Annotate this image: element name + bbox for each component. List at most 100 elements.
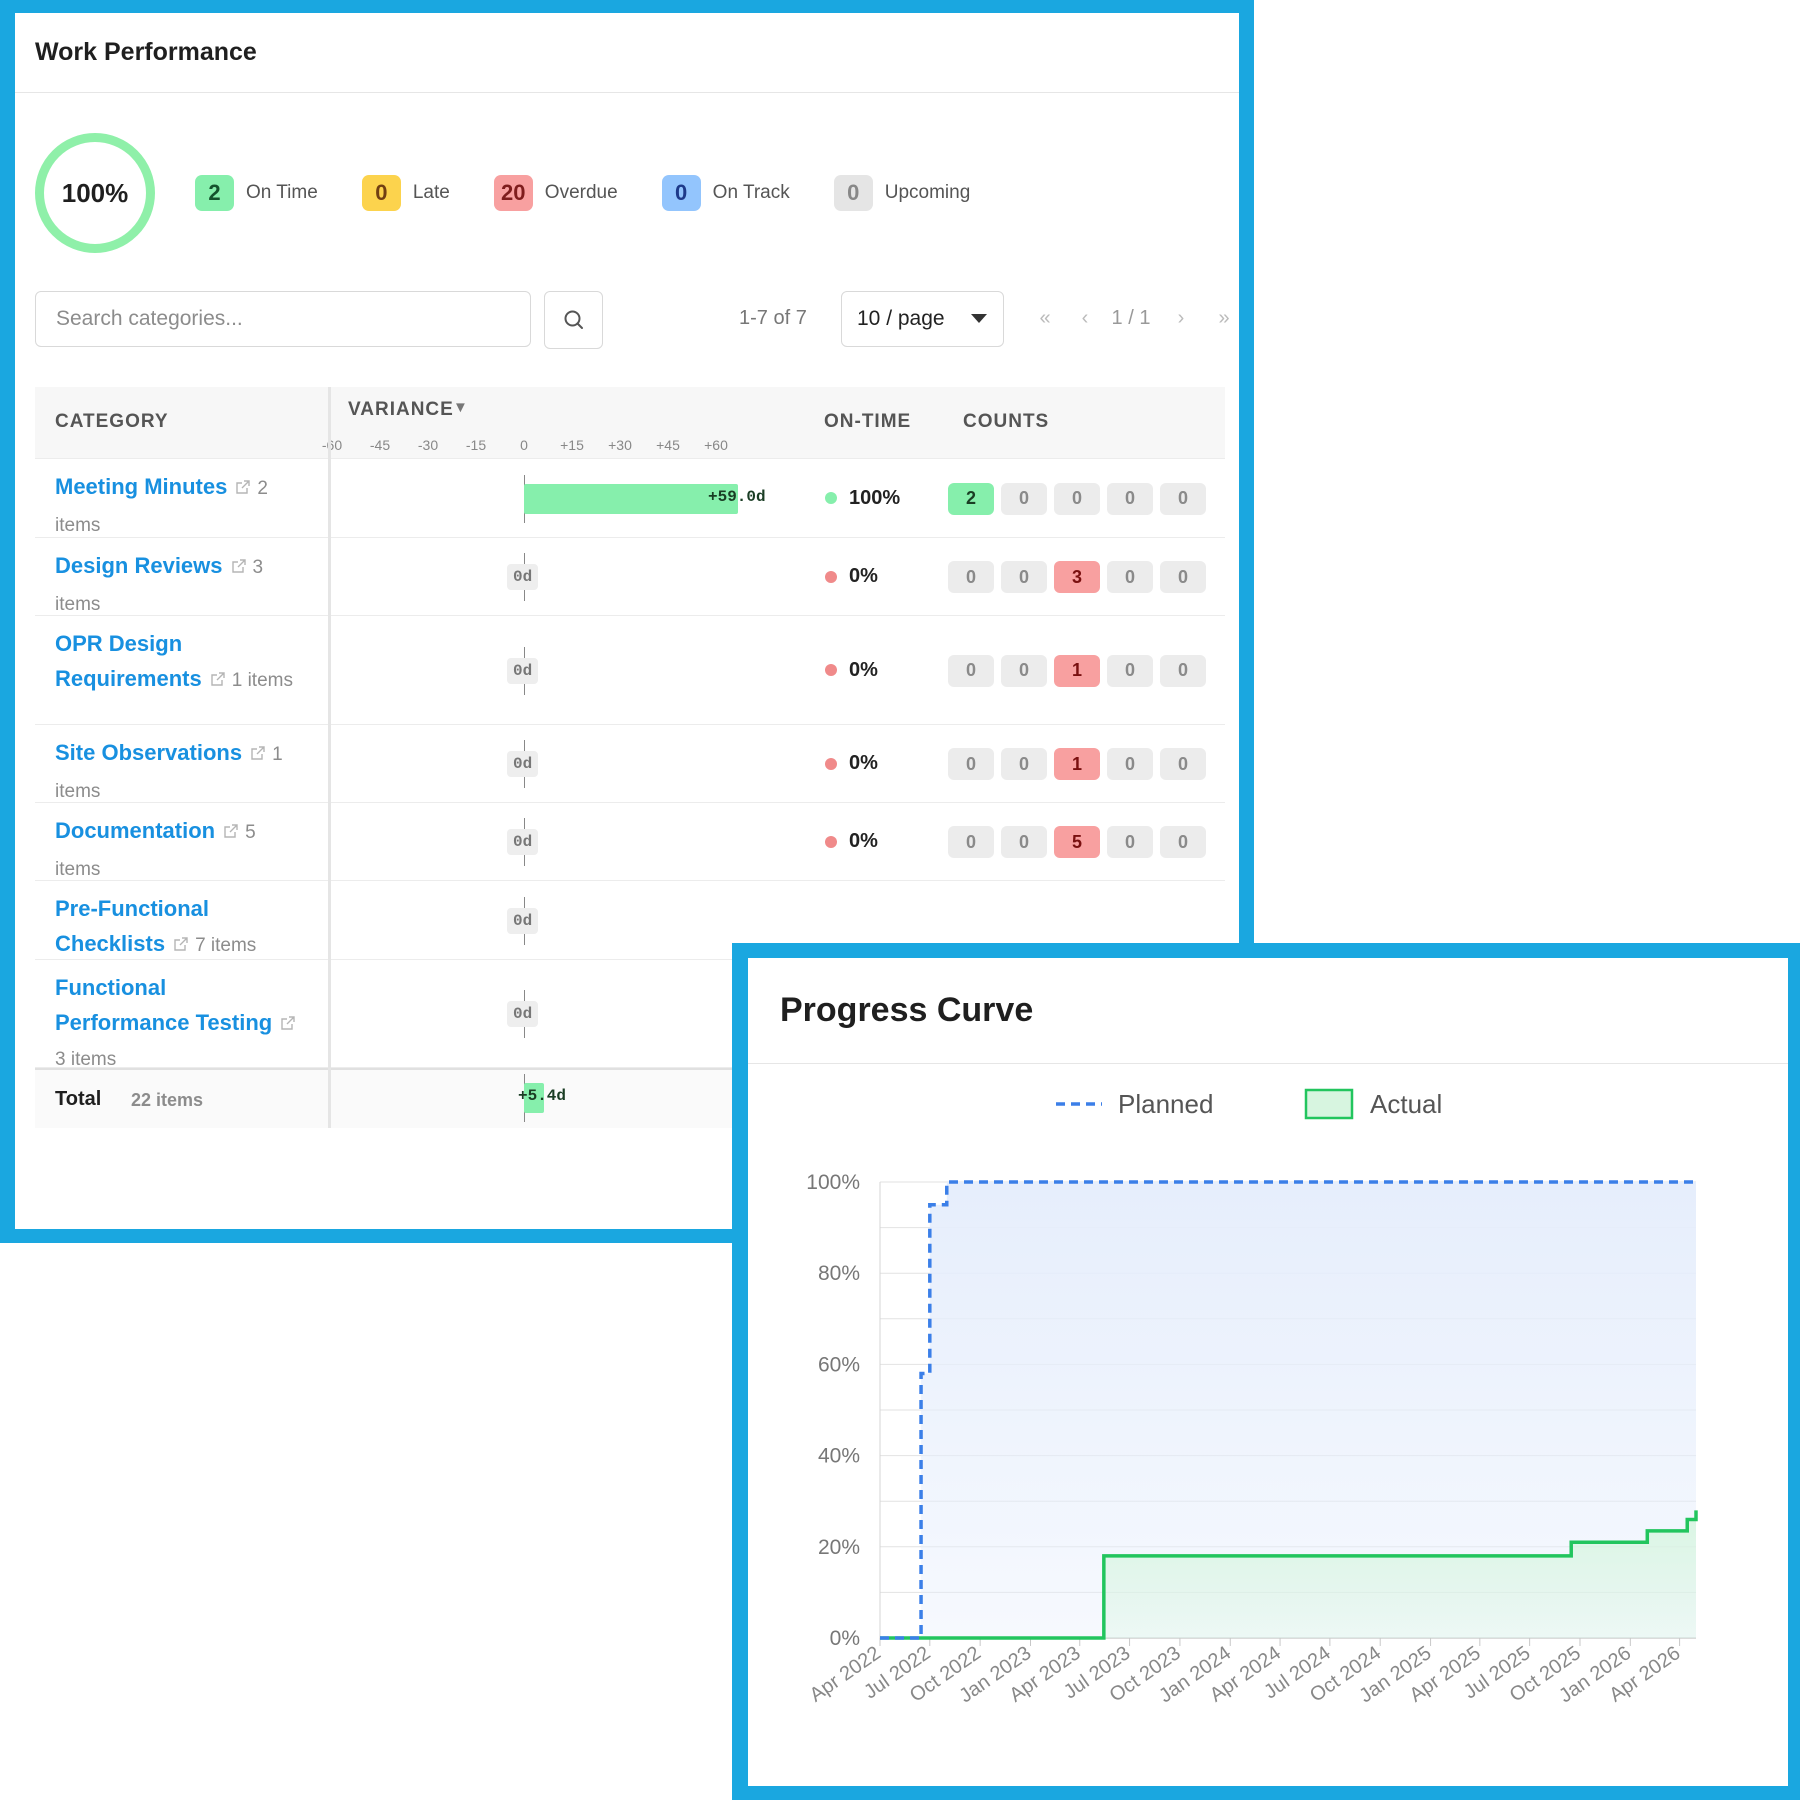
count-badge: 0 xyxy=(1107,654,1153,687)
ontime-cell: 0% xyxy=(825,659,878,682)
count-badge: 0 xyxy=(1160,826,1206,858)
ontime-cell: 0% xyxy=(825,830,878,853)
pager: « ‹ 1 / 1 › » xyxy=(1025,307,1243,330)
category-link[interactable]: Site Observations xyxy=(55,740,242,765)
counts-cell: 00100 xyxy=(948,654,1206,687)
variance-label: 0d xyxy=(507,1001,539,1027)
category-link[interactable]: Functional Performance Testing xyxy=(55,975,272,1035)
variance-bar xyxy=(524,483,738,514)
variance-tick-label: -60 xyxy=(321,437,343,453)
table-row: Design Reviews 3 items 0d 0% 0 0 3 0 0 xyxy=(35,538,1225,616)
count-badge: 0 xyxy=(1001,826,1047,858)
count-badge: 0 xyxy=(948,748,994,780)
y-tick-label: 40% xyxy=(818,1445,860,1468)
col-header-category[interactable]: CATEGORY xyxy=(55,411,169,433)
count-badge: 0 xyxy=(948,561,994,593)
category-link[interactable]: Documentation xyxy=(55,818,215,843)
sort-desc-icon[interactable]: ▼ xyxy=(453,399,469,416)
ontime-status-dot xyxy=(825,835,837,848)
category-cell: Design Reviews 3 items xyxy=(55,548,305,622)
count-badge: 0 xyxy=(1001,748,1047,780)
search-button[interactable] xyxy=(544,291,603,349)
ontime-cell: 100% xyxy=(825,487,900,510)
category-item-count: 7 items xyxy=(195,935,257,956)
external-link-icon[interactable] xyxy=(173,936,189,952)
status-stat: 0 Late xyxy=(361,175,450,211)
category-cell: Functional Performance Testing 3 items xyxy=(55,970,305,1077)
page-size-select[interactable]: 10 / page xyxy=(841,291,1004,347)
col-header-variance[interactable]: VARIANCE xyxy=(348,399,454,421)
count-badge: 0 xyxy=(948,654,994,687)
status-count-badge: 0 xyxy=(361,175,401,211)
category-item-count: 1 items xyxy=(231,670,293,691)
ontime-percent: 0% xyxy=(849,752,878,774)
count-badge: 0 xyxy=(1160,654,1206,687)
counts-cell: 00300 xyxy=(948,561,1206,593)
page-indicator: 1 / 1 xyxy=(1111,307,1151,329)
ontime-status-dot xyxy=(825,492,837,504)
category-cell: OPR Design Requirements 1 items xyxy=(55,626,305,698)
completion-ring: 100% xyxy=(35,133,155,253)
count-badge: 0 xyxy=(1001,482,1047,515)
table-row: Site Observations 1 items 0d 0% 0 0 1 0 0 xyxy=(35,725,1225,803)
status-stat: 2 On Time xyxy=(195,175,318,211)
y-tick-label: 0% xyxy=(830,1627,860,1650)
chart-legend: Planned Actual xyxy=(1056,1088,1442,1120)
legend-planned-label: Planned xyxy=(1118,1089,1213,1119)
ontime-status-dot xyxy=(825,570,837,583)
count-badge: 5 xyxy=(1054,826,1100,858)
count-badge: 0 xyxy=(1107,826,1153,858)
category-cell: Pre-Functional Checklists 7 items xyxy=(55,891,305,963)
col-header-ontime[interactable]: ON-TIME xyxy=(824,411,911,433)
col-header-counts[interactable]: COUNTS xyxy=(963,411,1049,433)
variance-tick-label: -45 xyxy=(369,437,391,453)
external-link-icon[interactable] xyxy=(223,823,239,839)
y-tick-label: 60% xyxy=(818,1353,860,1376)
category-link[interactable]: Meeting Minutes xyxy=(55,474,227,499)
y-tick-label: 20% xyxy=(818,1536,860,1559)
status-label: On Time xyxy=(246,182,318,203)
category-cell: Documentation 5 items xyxy=(55,813,305,887)
status-label: Late xyxy=(412,182,450,203)
external-link-icon[interactable] xyxy=(210,671,226,687)
status-stat: 20 Overdue xyxy=(493,175,618,211)
count-badge: 2 xyxy=(948,482,994,515)
panel-title: Progress Curve xyxy=(780,991,1034,1029)
external-link-icon[interactable] xyxy=(250,745,266,761)
category-link[interactable]: Design Reviews xyxy=(55,553,223,578)
total-items: 22 items xyxy=(131,1090,204,1110)
table-row: Documentation 5 items 0d 0% 0 0 5 0 0 xyxy=(35,803,1225,881)
variance-tick-label: +15 xyxy=(560,437,584,453)
category-cell: Site Observations 1 items xyxy=(55,735,305,809)
variance-label: 0d xyxy=(507,751,539,777)
search-input[interactable] xyxy=(56,307,530,331)
prev-page-button[interactable]: ‹ xyxy=(1065,307,1105,330)
variance-label: 0d xyxy=(507,657,539,684)
search-box[interactable] xyxy=(35,291,531,347)
last-page-button[interactable]: » xyxy=(1205,307,1243,330)
pagination-range: 1-7 of 7 xyxy=(739,307,807,329)
variance-label: 0d xyxy=(507,564,539,590)
status-count-badge: 0 xyxy=(661,175,701,211)
variance-tick-label: +60 xyxy=(704,437,728,453)
ontime-status-dot xyxy=(825,757,837,770)
external-link-icon[interactable] xyxy=(231,558,247,574)
first-page-button[interactable]: « xyxy=(1025,307,1065,330)
total-label: Total xyxy=(55,1088,102,1110)
external-link-icon[interactable] xyxy=(280,1015,296,1031)
ontime-cell: 0% xyxy=(825,752,878,775)
category-link[interactable]: OPR Design Requirements xyxy=(55,631,202,691)
y-tick-label: 100% xyxy=(806,1171,860,1194)
counts-cell: 00100 xyxy=(948,748,1206,780)
count-badge: 0 xyxy=(1054,482,1100,515)
count-badge: 0 xyxy=(1107,561,1153,593)
variance-label: +5.4d xyxy=(518,1087,567,1105)
variance-tick-label: -30 xyxy=(417,437,439,453)
table-row: Meeting Minutes 2 items +59.0d 100% 2 0 0 0 0 xyxy=(35,459,1225,538)
count-badge: 0 xyxy=(1160,482,1206,515)
next-page-button[interactable]: › xyxy=(1157,307,1205,330)
status-count-badge: 0 xyxy=(833,175,873,211)
count-badge: 0 xyxy=(948,826,994,858)
status-label: On Track xyxy=(712,182,790,203)
external-link-icon[interactable] xyxy=(235,479,251,495)
